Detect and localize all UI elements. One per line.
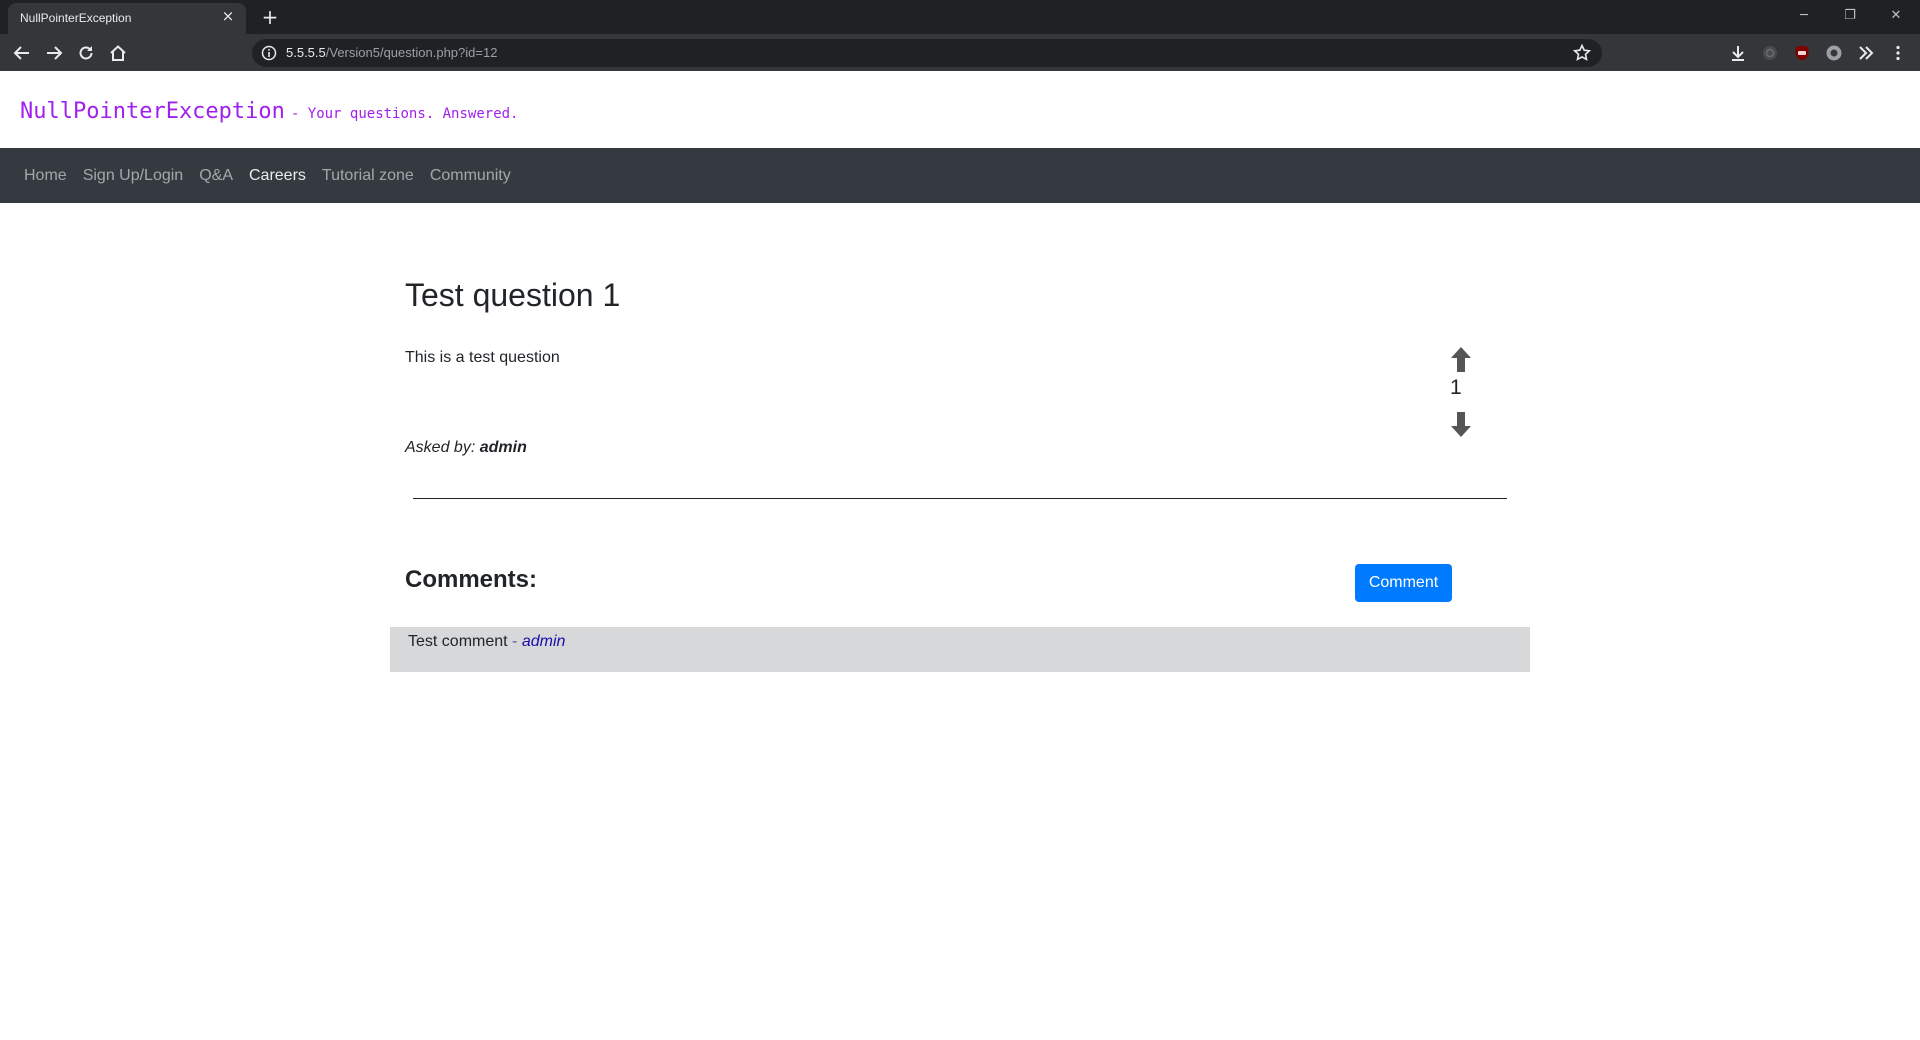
section-divider [413, 498, 1507, 499]
url-host: 5.5.5.5 [286, 45, 326, 60]
question-author: admin [479, 439, 527, 456]
browser-tab-strip: NullPointerException × + ─ ❐ ✕ [0, 0, 1920, 34]
minimize-button[interactable]: ─ [1790, 4, 1818, 28]
menu-kebab-icon[interactable] [1888, 43, 1908, 63]
comment-item: Test comment - admin [390, 627, 1530, 672]
nav-link-tutorial-zone[interactable]: Tutorial zone [314, 167, 422, 185]
nav-link-signup-login[interactable]: Sign Up/Login [75, 167, 192, 185]
asked-by-label: Asked by: [405, 439, 476, 456]
upvote-arrow-icon[interactable] [1449, 346, 1473, 374]
downvote-arrow-icon[interactable] [1449, 410, 1473, 438]
browser-toolbar: 5.5.5.5/Version5/question.php?id=12 [0, 34, 1920, 71]
download-icon[interactable] [1728, 43, 1748, 63]
new-tab-button[interactable]: + [258, 5, 282, 29]
site-header: NullPointerException - Your questions. An… [0, 71, 1920, 148]
bookmark-star-icon[interactable] [1572, 43, 1592, 63]
nav-links: Home Sign Up/Login Q&A Careers Tutorial … [16, 148, 519, 203]
tab-title: NullPointerException [20, 11, 132, 25]
question-body: This is a test question [405, 349, 560, 366]
url-text: 5.5.5.5/Version5/question.php?id=12 [286, 45, 497, 60]
comment-separator: - [512, 633, 518, 650]
brand-tagline: - Your questions. Answered. [290, 106, 519, 122]
reload-icon[interactable] [72, 39, 100, 67]
privacy-extension-icon[interactable] [1824, 43, 1844, 63]
extensions-overflow-icon[interactable] [1856, 43, 1876, 63]
address-bar[interactable]: 5.5.5.5/Version5/question.php?id=12 [252, 39, 1602, 67]
nav-link-qa[interactable]: Q&A [191, 167, 241, 185]
comment-text: Test comment [408, 633, 508, 650]
nav-link-community[interactable]: Community [422, 167, 519, 185]
home-icon[interactable] [104, 39, 132, 67]
main-navbar: Home Sign Up/Login Q&A Careers Tutorial … [0, 148, 1920, 203]
browser-tab[interactable]: NullPointerException × [8, 3, 246, 34]
ublock-icon[interactable] [1792, 43, 1812, 63]
asked-by: Asked by: admin [405, 439, 527, 457]
comment-content: Test comment - admin [408, 633, 565, 651]
forward-icon[interactable] [40, 39, 68, 67]
info-icon[interactable] [260, 44, 278, 62]
back-icon[interactable] [8, 39, 36, 67]
comments-heading: Comments: [405, 566, 538, 593]
tab-close-icon[interactable]: × [218, 6, 238, 26]
vote-count: 1 [1450, 376, 1462, 399]
extension-icon[interactable] [1760, 43, 1780, 63]
comment-button[interactable]: Comment [1355, 564, 1452, 602]
comment-author-link[interactable]: admin [522, 633, 566, 650]
restore-button[interactable]: ❐ [1836, 4, 1864, 28]
close-window-button[interactable]: ✕ [1882, 4, 1910, 28]
nav-link-careers[interactable]: Careers [241, 167, 314, 185]
question-title: Test question 1 [405, 277, 621, 313]
nav-link-home[interactable]: Home [16, 167, 75, 185]
brand-name: NullPointerException [20, 99, 285, 124]
site-brand[interactable]: NullPointerException - Your questions. An… [20, 99, 518, 124]
url-path: /Version5/question.php?id=12 [325, 45, 498, 60]
